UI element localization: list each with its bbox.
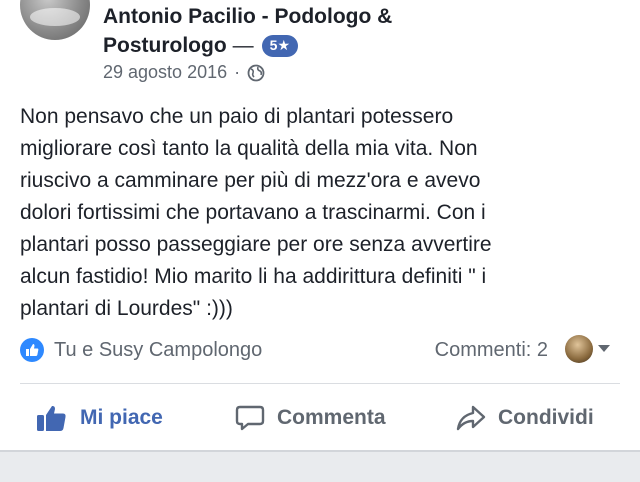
comment-icon (235, 405, 265, 431)
reactions-summary[interactable]: Tu e Susy Campolongo (20, 336, 262, 364)
meta-separator: · (234, 62, 241, 82)
share-button-label: Condividi (498, 406, 594, 429)
rating-badge: 5★ (261, 34, 298, 57)
review-post: Antonio Pacilio - Podologo & Posturologo… (0, 0, 640, 482)
thumbs-up-icon (37, 405, 66, 431)
like-icon (20, 338, 44, 362)
chevron-down-icon[interactable] (598, 345, 610, 352)
author-name-line1[interactable]: Antonio Pacilio - Podologo & (103, 2, 433, 31)
author-avatar[interactable] (20, 0, 90, 40)
action-bar: Mi piace Commenta Condividi (0, 393, 640, 443)
like-button-label: Mi piace (80, 406, 163, 429)
post-text: Non pensavo che un paio di plantari pote… (20, 105, 492, 320)
comment-button-label: Commenta (277, 406, 386, 429)
globe-icon (247, 64, 265, 82)
author-dash: — (232, 34, 254, 57)
comment-button[interactable]: Commenta (235, 393, 386, 443)
author-name-line2[interactable]: Posturologo (103, 31, 227, 60)
comments-count[interactable]: Commenti: 2 (435, 336, 548, 364)
post-meta: 29 agosto 2016 · (103, 62, 265, 83)
feed-separator (0, 450, 640, 482)
share-button[interactable]: Condividi (456, 393, 594, 443)
post-date[interactable]: 29 agosto 2016 (103, 62, 227, 83)
author-name: Antonio Pacilio - Podologo & Posturologo… (103, 2, 433, 60)
reactions-text: Tu e Susy Campolongo (54, 338, 263, 361)
like-button[interactable]: Mi piace (36, 393, 163, 443)
viewer-avatar[interactable] (565, 335, 593, 363)
share-icon (456, 405, 486, 431)
divider (20, 383, 620, 384)
